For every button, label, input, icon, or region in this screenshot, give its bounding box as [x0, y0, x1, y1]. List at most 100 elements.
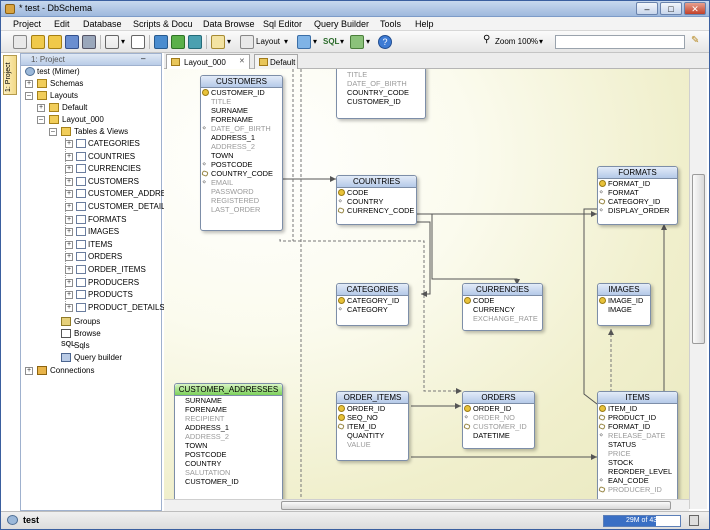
connect-icon[interactable]: [154, 35, 168, 49]
table-orders[interactable]: ORDERS ORDER_ID ⋄ ORDER_NO CUSTOMER_ID DATETI…: [462, 391, 535, 449]
diagram-canvas[interactable]: CUSTOMERS CUSTOMER_ID TITLE SURNAME FORENAME…: [164, 69, 689, 509]
table-column[interactable]: CUSTOMER_ID: [201, 88, 282, 97]
table-column[interactable]: ⋄ POSTCODE: [201, 160, 282, 169]
table-column[interactable]: COUNTRY_CODE: [201, 169, 282, 178]
table-column[interactable]: ADDRESS_2: [201, 142, 282, 151]
maximize-button[interactable]: □: [660, 2, 682, 15]
table-column[interactable]: ORDER_ID: [463, 404, 534, 413]
table-column[interactable]: COUNTRY: [175, 459, 282, 468]
table-items[interactable]: ITEMS ITEM_ID PRODUCT_ID FORMAT_ID ⋄ RELEASE_…: [597, 391, 678, 509]
sync-icon[interactable]: [188, 35, 202, 49]
menu-tools[interactable]: Tools: [380, 19, 401, 29]
open-folder-icon[interactable]: [31, 35, 45, 49]
table-column[interactable]: QUANTITY: [337, 431, 408, 440]
table-icon[interactable]: [297, 35, 311, 49]
table-column[interactable]: ⋄ COUNTRY: [337, 197, 416, 206]
table-column[interactable]: CURRENCY: [463, 305, 542, 314]
expand-icon[interactable]: +: [65, 165, 73, 174]
table-column[interactable]: FORMAT_ID: [598, 422, 677, 431]
minimize-button[interactable]: –: [636, 2, 658, 15]
table-currencies[interactable]: CURRENCIES CODE CURRENCY EXCHANGE_RATE: [462, 283, 543, 331]
table-customer-addresses[interactable]: CUSTOMER_ADDRESSES SURNAME FORENAME RECIPIE…: [174, 383, 283, 509]
menu-scripts-docu[interactable]: Scripts & Docu: [133, 19, 193, 29]
table-header[interactable]: IMAGES: [598, 284, 650, 296]
expand-icon[interactable]: +: [65, 177, 73, 186]
table-formats[interactable]: FORMATS FORMAT_ID ⋄ FORMAT CATEGORY_ID ⋄ DISPL…: [597, 166, 678, 225]
table-column[interactable]: CODE: [463, 296, 542, 305]
table-column[interactable]: ITEM_ID: [598, 404, 677, 413]
collapse-icon[interactable]: –: [49, 128, 57, 136]
table-header[interactable]: CUSTOMER_ADDRESSES: [175, 384, 282, 396]
layout-tool-icon[interactable]: [105, 35, 119, 49]
table-column[interactable]: TOWN: [201, 151, 282, 160]
vertical-scroll-thumb[interactable]: [692, 174, 705, 344]
table-column[interactable]: REORDER_LEVEL: [598, 467, 677, 476]
sql-dropdown-icon[interactable]: ▾: [340, 37, 344, 46]
table-column[interactable]: TOWN: [175, 441, 282, 450]
table-column[interactable]: ⋄ DISPLAY_ORDER: [598, 206, 677, 215]
vertical-scrollbar[interactable]: [689, 69, 707, 509]
menu-edit[interactable]: Edit: [54, 19, 70, 29]
table-column[interactable]: CURRENCY_CODE: [337, 206, 416, 215]
table-column[interactable]: PRODUCT_ID: [598, 413, 677, 422]
save-icon[interactable]: [65, 35, 79, 49]
layout-icon[interactable]: [240, 35, 254, 49]
table-column[interactable]: PRICE: [598, 449, 677, 458]
layout-dropdown-arrow-icon[interactable]: ▾: [284, 37, 288, 46]
open-recent-icon[interactable]: [48, 35, 62, 49]
table-dropdown-icon[interactable]: ▾: [313, 37, 317, 46]
table-countries[interactable]: COUNTRIES CODE ⋄ COUNTRY CURRENCY_CODE: [336, 175, 417, 225]
table-column[interactable]: CUSTOMER_ID: [463, 422, 534, 431]
table-column[interactable]: ADDRESS_1: [201, 133, 282, 142]
help-icon[interactable]: ?: [378, 35, 392, 49]
query-icon[interactable]: [350, 35, 364, 49]
collapse-icon[interactable]: –: [37, 116, 45, 124]
close-button[interactable]: ✕: [684, 2, 706, 15]
memory-bar[interactable]: 29M of 43M: [603, 515, 681, 527]
table-column[interactable]: ⋄ EMAIL: [201, 178, 282, 187]
expand-icon[interactable]: +: [65, 266, 73, 274]
sql-icon[interactable]: SQL: [323, 37, 339, 46]
table-images[interactable]: IMAGES IMAGE_ID IMAGE: [597, 283, 651, 326]
new-file-icon[interactable]: [13, 35, 27, 49]
expand-icon[interactable]: +: [65, 190, 73, 199]
table-column[interactable]: CODE: [337, 188, 416, 197]
expand-icon[interactable]: +: [65, 253, 73, 262]
expand-icon[interactable]: +: [65, 303, 73, 312]
expand-icon[interactable]: +: [65, 228, 73, 237]
minimize-panel-icon[interactable]: –: [141, 54, 145, 63]
table-order-items[interactable]: ORDER_ITEMS ORDER_ID SEQ_NO ITEM_ID QUANTITY…: [336, 391, 409, 461]
table-column[interactable]: ADDRESS_2: [175, 432, 282, 441]
expand-icon[interactable]: +: [65, 140, 73, 148]
table-customer-details[interactable]: TITLE DATE_OF_BIRTH COUNTRY_CODE CUSTOMER_I…: [336, 69, 426, 119]
table-column[interactable]: EXCHANGE_RATE: [463, 314, 542, 323]
tab-layout-000[interactable]: Layout_000 ✕: [166, 54, 250, 69]
refresh-icon[interactable]: [171, 35, 185, 49]
expand-icon[interactable]: +: [37, 104, 45, 112]
project-side-tab[interactable]: 1: Project: [3, 55, 17, 95]
table-column[interactable]: FORENAME: [201, 115, 282, 124]
table-column[interactable]: CATEGORY_ID: [598, 197, 677, 206]
table-column[interactable]: ⋄ CATEGORY: [337, 305, 408, 314]
table-column[interactable]: LAST_ORDER: [201, 205, 282, 214]
tab-default[interactable]: Default: [254, 54, 298, 69]
table-column[interactable]: CATEGORY_ID: [337, 296, 408, 305]
horizontal-scroll-thumb[interactable]: [281, 501, 671, 510]
table-header[interactable]: COUNTRIES: [337, 176, 416, 188]
table-column[interactable]: DATETIME: [463, 431, 534, 440]
table-header[interactable]: ORDER_ITEMS: [337, 392, 408, 404]
table-header[interactable]: CUSTOMERS: [201, 76, 282, 88]
expand-icon[interactable]: +: [25, 80, 33, 88]
collapse-icon[interactable]: –: [25, 92, 33, 100]
table-column[interactable]: POSTCODE: [175, 450, 282, 459]
expand-icon[interactable]: +: [65, 278, 73, 287]
table-column[interactable]: ORDER_ID: [337, 404, 408, 413]
note-dropdown-icon[interactable]: ▾: [227, 37, 231, 46]
query-dropdown-icon[interactable]: ▾: [366, 37, 370, 46]
table-column[interactable]: ⋄ EAN_CODE: [598, 476, 677, 485]
table-column[interactable]: PRODUCER_ID: [598, 485, 677, 494]
table-column[interactable]: RECIPIENT: [175, 414, 282, 423]
table-column[interactable]: ITEM_ID: [337, 422, 408, 431]
table-column[interactable]: DATE_OF_BIRTH: [337, 79, 425, 88]
trash-icon[interactable]: [689, 515, 699, 526]
